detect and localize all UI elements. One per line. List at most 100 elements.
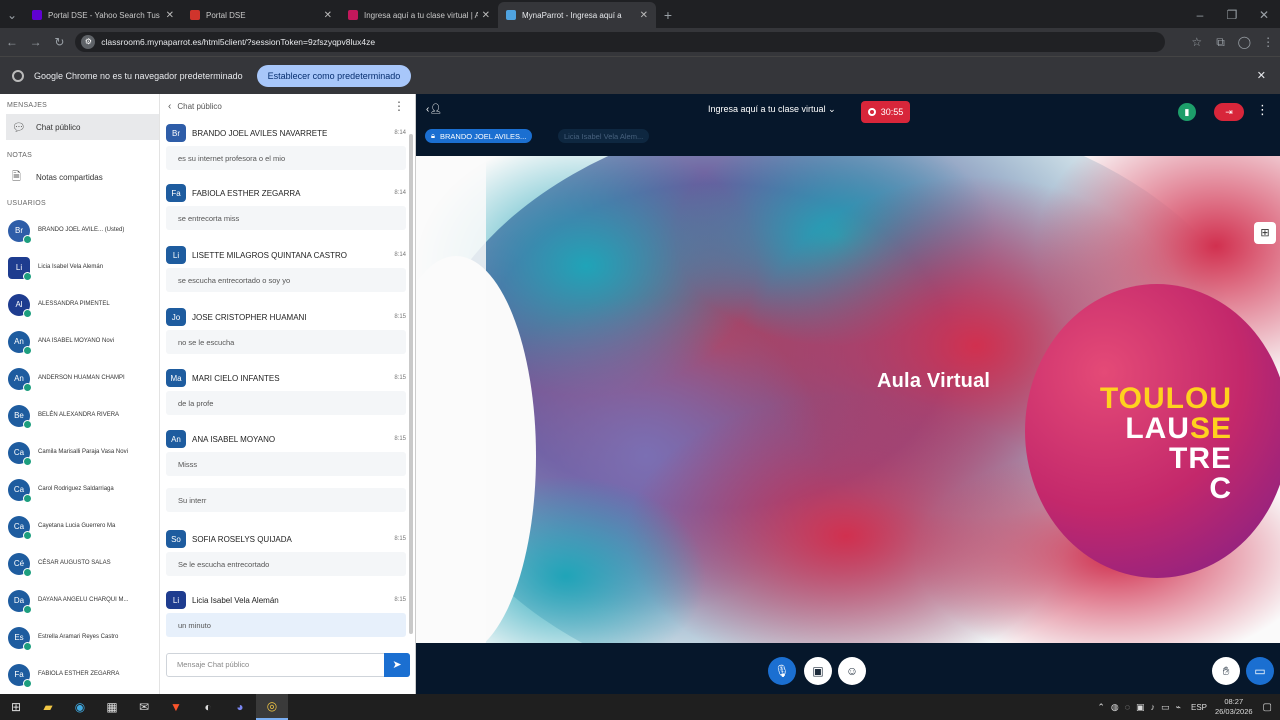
chat-input[interactable]: Mensaje Chat público (166, 653, 410, 677)
send-button[interactable]: ➤ (384, 653, 410, 677)
tab-search-icon[interactable]: ⌄ (0, 2, 24, 28)
new-tab-button[interactable]: + (656, 2, 680, 28)
tab-close-icon[interactable]: ✕ (166, 10, 174, 21)
infobar-close-icon[interactable]: ✕ (1257, 69, 1266, 82)
user-list-item[interactable]: Br BRANDO JOEL AVILE... (Usted) (0, 212, 159, 249)
message-text: un minuto (166, 613, 406, 637)
avatar-initials: Ca (13, 522, 25, 531)
url-field[interactable]: ⚙ classroom6.mynaparrot.es/html5client/?… (75, 32, 1165, 52)
user-list-item[interactable]: Da DAYANA ANGELU CHARQUI M... (0, 582, 159, 619)
message-author: MARI CIELO INFANTES (192, 373, 280, 383)
tab-title: Portal DSE (206, 10, 246, 20)
site-info-icon[interactable]: ⚙ (81, 35, 96, 49)
browser-tab[interactable]: MynaParrot - Ingresa aquí a ✕ (498, 2, 656, 28)
message-text: es su internet profesora o el mio (166, 146, 406, 170)
tab-close-icon[interactable]: ✕ (640, 10, 648, 21)
lock-icon: 🔒︎ (431, 131, 435, 140)
user-list-item[interactable]: Cé CÉSAR AUGUSTO SALAS (0, 545, 159, 582)
chat-message: Fa FABIOLA ESTHER ZEGARRA 8:14 se entrecort… (166, 184, 406, 230)
presenter-name: BRANDO JOEL AVILES... (440, 131, 527, 141)
connection-status-icon[interactable]: ▮ (1178, 103, 1196, 121)
notifications-icon[interactable]: ▢ (1263, 702, 1272, 713)
language-indicator[interactable]: ESP (1191, 703, 1207, 712)
message-time: 8:14 (394, 190, 406, 196)
talking-indicator-pill[interactable]: Licia Isabel Vela Alem... (558, 129, 650, 143)
user-list-item[interactable]: Li Licia Isabel Vela Alemán (0, 249, 159, 286)
chrome-taskbar-icon[interactable]: ◎ (256, 694, 288, 720)
reload-icon[interactable]: ↻ (48, 35, 72, 49)
sidebar-item-shared-notes[interactable]: 🗎︎ Notas compartidas (0, 164, 159, 190)
browser-tab[interactable]: Portal DSE - Yahoo Search Tus r ✕ (24, 2, 182, 28)
tray-icons[interactable]: ⌃◍◌▣♪▭⌁ (1097, 702, 1187, 713)
more-options-icon[interactable]: ⋮ (1256, 102, 1269, 118)
meeting-stage: ‹👤︎ Ingresa aquí a tu clase virtual ⌄ 30… (416, 94, 1280, 694)
presentation-options-icon[interactable]: ⊞ (1254, 222, 1276, 244)
user-list-item[interactable]: Ca Carol Rodriguez Saldarriaga (0, 471, 159, 508)
set-default-button[interactable]: Establecer como predeterminado (256, 64, 412, 87)
store-icon[interactable]: ▦ (96, 694, 128, 720)
mail-icon[interactable]: ✉ (128, 694, 160, 720)
leave-meeting-button[interactable]: ⇥ (1214, 103, 1244, 121)
message-author: LISETTE MILAGROS QUINTANA CASTRO (192, 250, 347, 260)
microphone-button[interactable]: 🎙︎ (768, 657, 796, 685)
message-text: se entrecorta miss (166, 206, 406, 230)
message-time: 8:15 (394, 436, 406, 442)
message-text: no se le escucha (166, 330, 406, 354)
user-list-item[interactable]: Es Estrella Aramari Reyes Castro (0, 619, 159, 656)
user-list-item[interactable]: Al ALESSANDRA PIMENTEL (0, 286, 159, 323)
reactions-button[interactable]: ☺ (838, 657, 866, 685)
message-author: FABIOLA ESTHER ZEGARRA (192, 188, 301, 198)
message-header: Li LISETTE MILAGROS QUINTANA CASTRO 8:14 (166, 246, 406, 264)
presentation-toggle-button[interactable]: ▭ (1246, 657, 1274, 685)
tab-title: MynaParrot - Ingresa aquí a (522, 10, 622, 20)
chat-options-icon[interactable]: ⋮ (393, 99, 405, 113)
user-name: FABIOLA ESTHER ZEGARRA (38, 671, 120, 677)
logo-part-b: SE (1189, 412, 1232, 445)
windows-start-icon[interactable]: ⊞ (0, 694, 32, 720)
recording-indicator[interactable]: 30:55 (861, 101, 910, 123)
forward-icon[interactable]: → (24, 35, 48, 49)
browser-tab[interactable]: Portal DSE ✕ (182, 2, 340, 28)
user-name: Carol Rodriguez Saldarriaga (38, 486, 114, 492)
app-icon[interactable]: ◐ (192, 694, 224, 720)
restore-icon[interactable]: ❐ (1216, 2, 1248, 28)
user-list-item[interactable]: Fa FABIOLA ESTHER ZEGARRA (0, 656, 159, 693)
brave-icon[interactable]: ▼ (160, 694, 192, 720)
back-icon[interactable]: ← (0, 35, 24, 49)
edge-icon[interactable]: ◉ (64, 694, 96, 720)
tab-close-icon[interactable]: ✕ (324, 10, 332, 21)
chat-scrollbar[interactable] (409, 134, 413, 634)
user-list-item[interactable]: An ANA ISABEL MOYANO Novi (0, 323, 159, 360)
avatar: An (8, 367, 32, 392)
user-list-item[interactable]: An ANDERSON HUAMAN CHAMPI (0, 360, 159, 397)
meeting-title[interactable]: Ingresa aquí a tu clase virtual ⌄ (708, 104, 836, 115)
sidebar-item-public-chat[interactable]: 💬︎ Chat público (6, 114, 159, 140)
clock[interactable]: 08:27 26/03/2026 (1215, 697, 1253, 717)
chrome-menu-icon[interactable]: ⋮ (1256, 35, 1280, 49)
user-list-item[interactable]: Ca Cayetana Lucia Guerrero Ma (0, 508, 159, 545)
bookmark-star-icon[interactable]: ☆ (1185, 35, 1209, 49)
browser-tab[interactable]: Ingresa aquí a tu clase virtual | A ✕ (340, 2, 498, 28)
profile-icon[interactable]: ◯ (1232, 35, 1256, 49)
file-explorer-icon[interactable]: ▰ (32, 694, 64, 720)
user-list-item[interactable]: Ca Camila Marisalli Paraja Vasa Novi (0, 434, 159, 471)
raise-hand-button[interactable]: ✋︎ (1212, 657, 1240, 685)
meeting-controls: 🎙︎ ▣ ☺ ✋︎ ▭ (416, 643, 1280, 694)
sidebar: MENSAJES 💬︎ Chat público NOTAS 🗎︎ Notas … (0, 94, 160, 694)
close-window-icon[interactable]: ✕ (1248, 2, 1280, 28)
tab-close-icon[interactable]: ✕ (482, 10, 490, 21)
camera-button[interactable]: ▣ (804, 657, 832, 685)
message-time: 8:14 (394, 130, 406, 136)
user-name: Cayetana Lucia Guerrero Ma (38, 523, 116, 529)
discord-icon[interactable]: ◕ (224, 694, 256, 720)
user-list-item[interactable]: Be BELÉN ALEXANDRA RIVERA (0, 397, 159, 434)
online-status-icon (23, 271, 32, 281)
user-list-toggle-icon[interactable]: ‹👤︎ (426, 104, 442, 115)
minimize-icon[interactable]: – (1184, 2, 1216, 28)
message-time: 8:15 (394, 597, 406, 603)
user-name: CÉSAR AUGUSTO SALAS (38, 560, 111, 566)
message-header: An ANA ISABEL MOYANO 8:15 (166, 430, 406, 448)
extensions-icon[interactable]: ⧉ (1209, 35, 1233, 50)
chevron-left-icon[interactable]: ‹ (168, 101, 171, 112)
presenter-pill[interactable]: 🔒︎ BRANDO JOEL AVILES... (425, 129, 533, 143)
